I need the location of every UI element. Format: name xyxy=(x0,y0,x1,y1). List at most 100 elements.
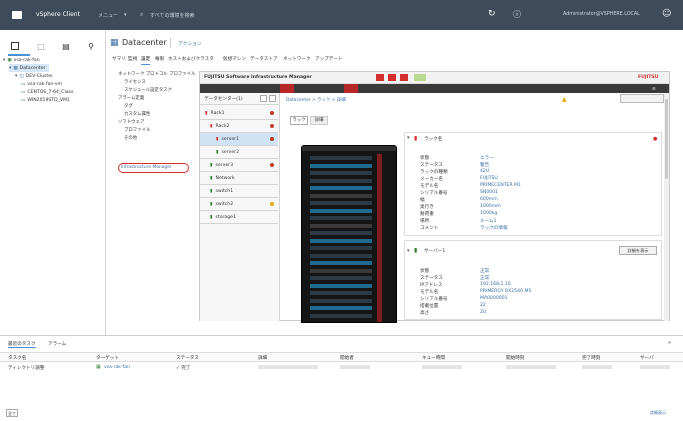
collapse-icon[interactable]: ▾ xyxy=(407,135,410,141)
config-menu-item[interactable]: カスタム属性 xyxy=(124,111,150,117)
config-menu-item[interactable]: ネットワーク プロトコル プロファイル xyxy=(118,71,195,77)
rack-slot[interactable] xyxy=(310,156,372,160)
rack-slot[interactable] xyxy=(310,268,372,273)
rack-slot[interactable] xyxy=(310,313,372,318)
alert-icon[interactable] xyxy=(376,74,384,81)
smiley-icon[interactable]: ☺ xyxy=(662,9,671,19)
rack-slot[interactable] xyxy=(310,216,372,220)
help-icon[interactable]: ⓘ xyxy=(513,9,521,20)
tree-item-vm[interactable]: ▭ CENTOS_7-64_Class xyxy=(21,88,73,96)
tab-permissions[interactable]: 権限 xyxy=(155,56,164,65)
list-item[interactable]: ▮ server3 xyxy=(200,159,278,172)
col-target[interactable]: ターゲット xyxy=(96,355,119,361)
details-button[interactable]: 詳細を表示 xyxy=(619,246,657,255)
rack-slot[interactable] xyxy=(310,276,372,280)
rack-slot[interactable] xyxy=(310,171,372,175)
list-item-selected[interactable]: ▮ server1 xyxy=(200,133,278,146)
global-search[interactable]: すべての環境を検索 xyxy=(150,12,194,19)
rack-slot[interactable] xyxy=(310,186,372,190)
col-initiator[interactable]: 開始者 xyxy=(340,355,354,361)
tab-recent-tasks[interactable]: 最近のタスク xyxy=(8,341,36,348)
hosts-clusters-icon[interactable] xyxy=(11,42,19,50)
active-menu-indicator[interactable] xyxy=(344,84,358,93)
config-menu-item-infrastructure-manager[interactable]: Infrastructure Manager xyxy=(121,165,172,170)
col-completion[interactable]: 完了時刻 xyxy=(582,355,600,361)
rack-slot[interactable] xyxy=(310,193,372,198)
rack-slot[interactable] xyxy=(310,201,372,205)
search-icon[interactable]: ⌕ xyxy=(140,11,143,19)
collapse-icon[interactable]: ▾ xyxy=(407,248,410,254)
list-item[interactable]: ▮ Rack1 xyxy=(200,107,278,120)
rack-slot[interactable] xyxy=(310,223,372,228)
config-menu-item[interactable]: プロファイル xyxy=(124,127,150,133)
rack-slot[interactable] xyxy=(310,298,372,303)
rack-slot[interactable] xyxy=(310,253,372,258)
tree-item-cluster[interactable]: ▾ ◫ DEV-Cluster xyxy=(15,72,53,80)
chevron-down-icon[interactable]: ▾ xyxy=(124,12,127,18)
actions-menu[interactable]: アクション xyxy=(178,40,202,47)
col-details[interactable]: 詳細 xyxy=(258,355,267,361)
storage-icon[interactable]: ▤ xyxy=(62,42,70,51)
task-target[interactable]: vsa-rak-fan xyxy=(104,365,130,370)
vms-templates-icon[interactable]: ⬚ xyxy=(37,42,45,51)
rack-slot[interactable] xyxy=(310,238,372,243)
user-icon[interactable]: ☰ xyxy=(652,86,656,91)
tab-details[interactable]: 詳細 xyxy=(310,116,328,125)
tab-configure[interactable]: 設定 xyxy=(141,56,151,65)
rack-slot[interactable] xyxy=(310,306,372,310)
networking-icon[interactable]: ⚲ xyxy=(87,42,95,51)
refresh-icon[interactable]: ↻ xyxy=(488,9,496,19)
tree-item-vm[interactable]: ▭ WIN2019STD_VM1 xyxy=(21,96,70,104)
status-ok-icon[interactable] xyxy=(414,74,426,81)
action-button[interactable] xyxy=(620,94,664,103)
tab-rack[interactable]: ラック xyxy=(290,116,308,125)
config-menu-item[interactable]: タグ xyxy=(124,103,133,109)
list-item[interactable]: ▮ Network xyxy=(200,172,278,185)
col-queued[interactable]: キュー時間 xyxy=(422,355,445,361)
col-status[interactable]: ステータス xyxy=(176,355,199,361)
alert-icon[interactable] xyxy=(388,74,396,81)
col-server[interactable]: サーバ xyxy=(640,355,654,361)
rack-slot[interactable] xyxy=(310,283,372,288)
rack-slot[interactable] xyxy=(310,246,372,250)
list-item[interactable]: ▮ switch1 xyxy=(200,185,278,198)
list-item[interactable]: ▮ storage1 xyxy=(200,211,278,224)
tree-item-datacenter[interactable]: ▾ ▦ Datacenter xyxy=(9,64,49,72)
expand-icon[interactable]: » xyxy=(668,340,671,346)
col-task[interactable]: タスク名 xyxy=(8,355,26,361)
tree-filter-icon[interactable] xyxy=(260,95,267,102)
rack-slot[interactable] xyxy=(310,178,372,183)
active-menu-indicator[interactable] xyxy=(280,84,294,93)
config-menu-item[interactable]: アラーム定義 xyxy=(118,95,144,101)
scrollbar-thumb[interactable] xyxy=(665,99,668,179)
menu-dropdown[interactable]: メニュー xyxy=(98,12,118,19)
tree-item-host[interactable]: ▭ vsa-rak-fan-vm xyxy=(21,80,62,88)
tree-collapse-icon[interactable] xyxy=(269,95,276,102)
tab-updates[interactable]: アップデート xyxy=(315,56,343,65)
scrollbar[interactable] xyxy=(664,93,669,321)
tab-networks[interactable]: ネットワーク xyxy=(283,56,311,65)
filter-dropdown[interactable]: 全て xyxy=(6,409,18,417)
tab-alarms[interactable]: アラーム xyxy=(48,341,66,347)
alert-icon[interactable] xyxy=(400,74,408,81)
tab-hosts-clusters[interactable]: ホストおよびクラスタ xyxy=(168,56,214,65)
config-menu-item[interactable]: その他 xyxy=(124,135,137,141)
breadcrumb[interactable]: Datacenter > ラック > 詳細 xyxy=(286,97,346,103)
tab-monitor[interactable]: 監視 xyxy=(128,56,137,65)
list-item[interactable]: ▮ server2 xyxy=(200,146,278,159)
list-item[interactable]: ▮ switch2 xyxy=(200,198,278,211)
tab-datastores[interactable]: データストア xyxy=(250,56,278,65)
rack-diagram[interactable] xyxy=(301,145,397,323)
table-row[interactable]: ディレクトリ調整 ▦ vsa-rak-fan ✓ 完了 xyxy=(0,363,683,373)
col-start[interactable]: 開始時刻 xyxy=(506,355,524,361)
rack-slot[interactable] xyxy=(310,208,372,213)
config-menu-item[interactable]: ライセンス xyxy=(124,79,146,85)
tree-item-vcenter[interactable]: ▾ ▣ vsa-rak-fan xyxy=(3,56,40,64)
rack-slot[interactable] xyxy=(310,291,372,295)
config-menu-item[interactable]: ソフトウェア xyxy=(118,119,144,125)
rack-slot[interactable] xyxy=(310,231,372,235)
tab-vms[interactable]: 仮想マシン xyxy=(223,56,246,65)
config-menu-item[interactable]: スケジュール設定タスク xyxy=(124,87,172,93)
more-tasks-link[interactable]: 詳細表示 xyxy=(650,410,666,416)
list-item[interactable]: ▮ Rack2 xyxy=(200,120,278,133)
